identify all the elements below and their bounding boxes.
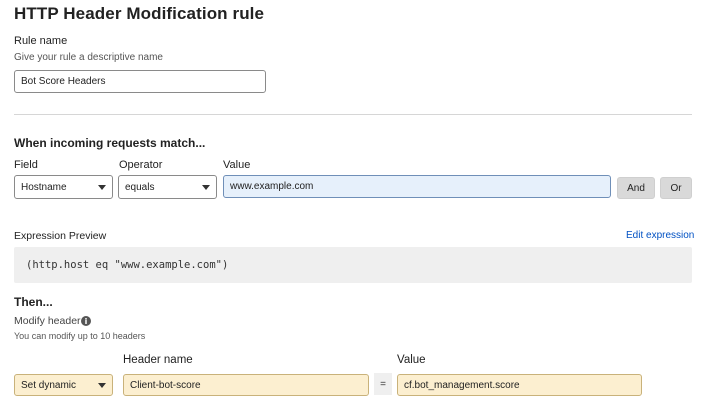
field-label: Field	[14, 159, 38, 171]
modify-header-label: Modify header	[14, 315, 81, 327]
modify-header-hint: You can modify up to 10 headers	[14, 331, 146, 341]
expression-preview-label: Expression Preview	[14, 230, 107, 242]
header-name-label: Header name	[123, 354, 193, 366]
header-value-input[interactable]: cf.bot_management.score	[397, 374, 642, 396]
operator-label: Operator	[119, 159, 163, 171]
match-heading: When incoming requests match...	[14, 136, 206, 150]
then-heading: Then...	[14, 295, 53, 309]
expression-code: (http.host eq "www.example.com")	[26, 259, 229, 271]
chevron-down-icon	[202, 184, 210, 190]
rule-name-label: Rule name	[14, 35, 68, 47]
expression-preview: (http.host eq "www.example.com")	[14, 247, 692, 283]
rule-name-hint: Give your rule a descriptive name	[14, 52, 163, 63]
chevron-down-icon	[98, 184, 106, 190]
value-input-value: www.example.com	[230, 181, 314, 192]
action-select[interactable]: Set dynamic	[14, 374, 113, 396]
field-select-value: Hostname	[21, 181, 67, 193]
equals-sign: =	[374, 373, 392, 395]
header-value-input-value: cf.bot_management.score	[404, 379, 520, 391]
action-select-value: Set dynamic	[21, 379, 77, 391]
or-button[interactable]: Or	[660, 177, 692, 199]
operator-select[interactable]: equals	[118, 175, 217, 199]
section-divider	[14, 114, 692, 115]
page: HTTP Header Modification rule Rule name …	[0, 0, 715, 407]
rule-name-input-value: Bot Score Headers	[21, 76, 106, 87]
and-button[interactable]: And	[617, 177, 655, 199]
value-input[interactable]: www.example.com	[223, 175, 611, 198]
chevron-down-icon	[98, 382, 106, 388]
page-title: HTTP Header Modification rule	[14, 4, 265, 23]
rule-name-input[interactable]: Bot Score Headers	[14, 70, 266, 93]
value-label: Value	[223, 159, 251, 171]
operator-select-value: equals	[125, 181, 155, 193]
edit-expression-link[interactable]: Edit expression	[626, 230, 694, 241]
header-value-label: Value	[397, 354, 426, 366]
header-name-input[interactable]: Client-bot-score	[123, 374, 369, 396]
header-name-input-value: Client-bot-score	[130, 379, 201, 391]
field-select[interactable]: Hostname	[14, 175, 113, 199]
info-icon[interactable]: i	[81, 316, 91, 326]
